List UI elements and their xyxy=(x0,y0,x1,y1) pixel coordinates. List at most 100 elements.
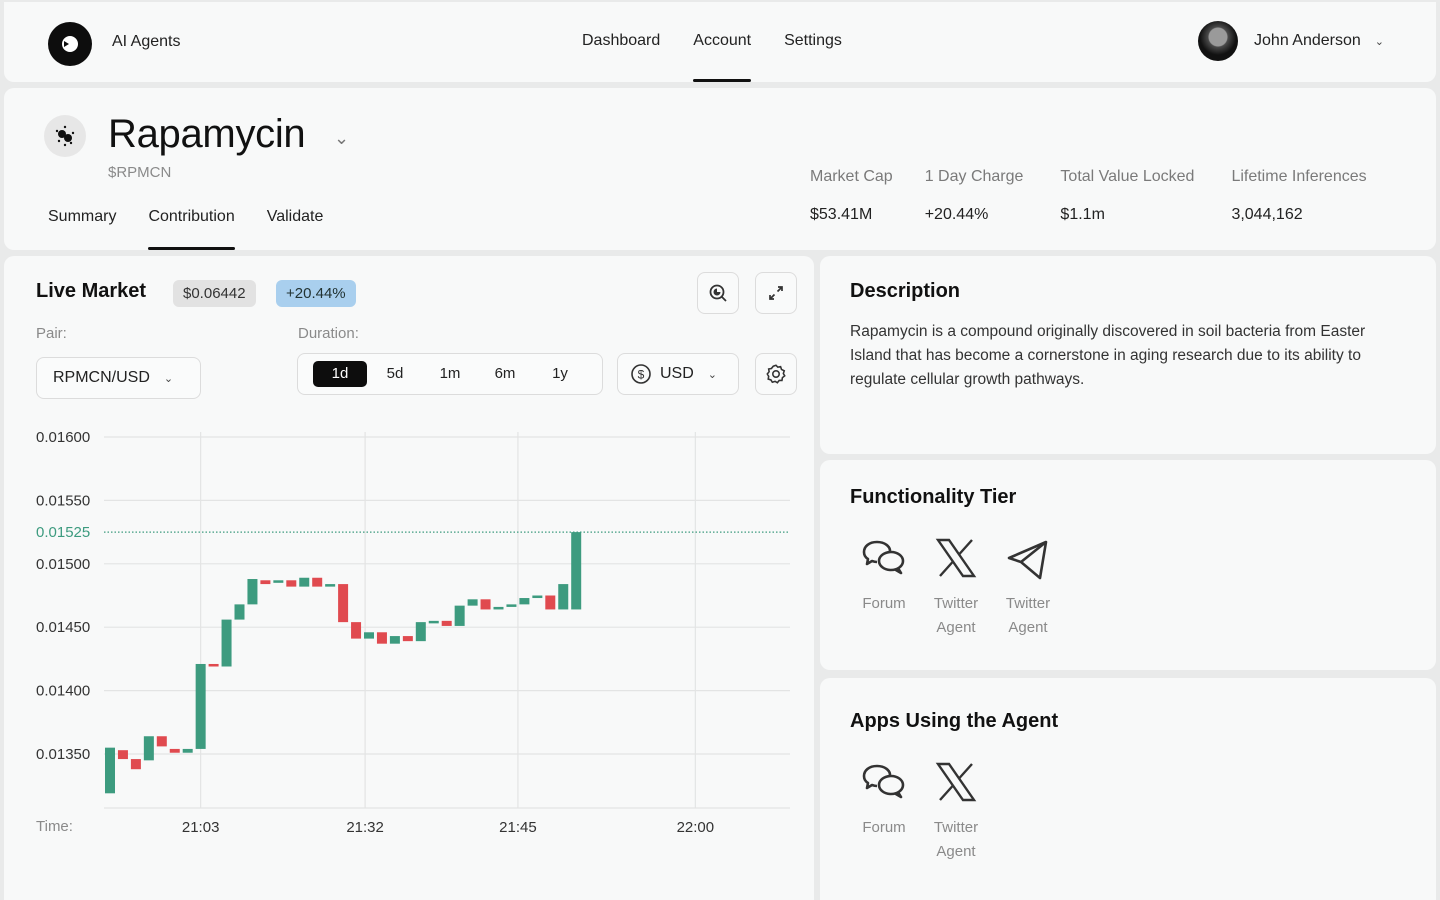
candle-down xyxy=(338,584,349,623)
pair-label: Pair: xyxy=(36,325,67,342)
price-chart[interactable]: 0.01600 0.01550 0.01500 0.01450 0.01400 0.013… xyxy=(4,416,814,856)
functionality-label: Twitter Agent xyxy=(1005,595,1051,636)
brand-name[interactable]: AI Agents xyxy=(112,33,181,51)
functionality-item-telegram-agent[interactable]: Twitter Agent xyxy=(992,534,1064,640)
candle-up xyxy=(519,598,530,605)
duration-1d[interactable]: 1d xyxy=(313,361,367,387)
pair-value: RPMCN/USD xyxy=(53,369,150,386)
apps-panel: Apps Using the Agent Forum Twitter Agent xyxy=(820,678,1436,900)
y-tick-label: 0.01550 xyxy=(36,492,90,509)
live-market-title: Live Market xyxy=(36,280,147,302)
candle-up xyxy=(247,579,258,605)
molecule-icon xyxy=(55,125,75,147)
candle-down xyxy=(351,622,362,639)
app-item-forum[interactable]: Forum xyxy=(848,758,920,864)
currency-value: USD xyxy=(660,365,694,382)
candle-down xyxy=(286,580,297,587)
candle-up xyxy=(221,619,232,667)
avatar xyxy=(1198,21,1239,61)
candle-up xyxy=(325,584,336,587)
duration-selector: 1d 5d 1m 6m 1y xyxy=(297,353,603,395)
stat-label: Lifetime Inferences xyxy=(1231,168,1367,185)
token-header: Rapamycin ⌄ $RPMCN Summary Contribution … xyxy=(4,88,1436,250)
candle-up xyxy=(273,580,284,583)
stat-market-cap: Market Cap $53.41M xyxy=(810,168,893,224)
nav-link-settings[interactable]: Settings xyxy=(784,2,842,82)
time-axis-label: Time: xyxy=(36,818,73,835)
token-name: Rapamycin xyxy=(108,112,306,156)
candle-up xyxy=(454,605,465,626)
token-switch-chevron-icon[interactable]: ⌄ xyxy=(334,128,349,149)
candle-down xyxy=(312,577,323,587)
candle-down xyxy=(376,632,387,644)
duration-1y[interactable]: 1y xyxy=(533,361,587,387)
y-tick-label: 0.01400 xyxy=(36,683,90,700)
stat-day-change: 1 Day Charge +20.44% xyxy=(925,168,1024,224)
app-item-twitter-agent[interactable]: Twitter Agent xyxy=(920,758,992,864)
chat-bubbles-icon xyxy=(862,764,905,799)
user-name: John Anderson xyxy=(1254,32,1361,49)
functionality-label: Forum xyxy=(862,595,906,612)
currency-select[interactable]: $ USD ⌄ xyxy=(617,353,739,395)
user-menu[interactable]: John Anderson ⌄ xyxy=(1198,21,1384,61)
chevron-down-icon: ⌄ xyxy=(1374,35,1384,48)
dollar-icon: $ xyxy=(631,364,651,384)
apps-list: Forum Twitter Agent xyxy=(848,758,992,864)
candle-up xyxy=(389,636,400,644)
functionality-title: Functionality Tier xyxy=(850,486,1017,508)
description-title: Description xyxy=(850,280,961,302)
chevron-down-icon: ⌄ xyxy=(163,372,174,385)
duration-1m[interactable]: 1m xyxy=(423,361,477,387)
candle-down xyxy=(169,748,180,753)
pair-select[interactable]: RPMCN/USD ⌄ xyxy=(36,357,201,399)
candle-down xyxy=(208,663,219,667)
stat-label: Total Value Locked xyxy=(1060,168,1195,185)
nav-link-account[interactable]: Account xyxy=(693,2,751,82)
app-label: Forum xyxy=(862,819,906,836)
svg-text:$: $ xyxy=(638,368,645,382)
candle-up xyxy=(195,663,206,749)
functionality-item-forum[interactable]: Forum xyxy=(848,534,920,640)
description-panel: Description Rapamycin is a compound orig… xyxy=(820,256,1436,454)
duration-6m[interactable]: 6m xyxy=(478,361,532,387)
x-tick-label: 21:45 xyxy=(499,819,537,836)
candle-up xyxy=(143,736,154,761)
chevron-down-icon: ⌄ xyxy=(707,368,717,381)
functionality-label: Twitter Agent xyxy=(933,595,979,636)
stat-value: +20.44% xyxy=(924,206,989,223)
logo[interactable] xyxy=(48,22,92,66)
functionality-tier-panel: Functionality Tier Forum Twitter Agent T xyxy=(820,460,1436,670)
chart-settings-button[interactable] xyxy=(755,353,797,395)
fullscreen-button[interactable] xyxy=(755,272,797,314)
candle-up xyxy=(428,620,439,624)
functionality-list: Forum Twitter Agent Twitter Agent xyxy=(848,534,1064,640)
gear-icon xyxy=(766,364,786,384)
tab-summary[interactable]: Summary xyxy=(48,192,116,250)
y-tick-label: 0.01450 xyxy=(36,619,90,636)
candle-up xyxy=(467,599,478,606)
tab-contribution[interactable]: Contribution xyxy=(148,192,236,250)
chat-bubbles-icon xyxy=(862,540,905,575)
candle-up xyxy=(415,622,426,642)
y-tick-label: 0.01500 xyxy=(36,556,90,573)
candle-down xyxy=(260,580,271,585)
candle-up xyxy=(571,532,582,610)
candle-up xyxy=(299,577,310,587)
x-tick-label: 21:03 xyxy=(182,819,220,836)
main-nav: Dashboard Account Settings xyxy=(582,2,875,82)
tab-validate[interactable]: Validate xyxy=(267,192,324,250)
paper-plane-icon xyxy=(1007,540,1048,580)
zoom-chart-button[interactable] xyxy=(697,272,739,314)
live-market-panel: Live Market $0.06442 +20.44% Pair: Durat… xyxy=(4,256,814,900)
token-ticker: $RPMCN xyxy=(108,164,172,181)
candle-up xyxy=(105,747,115,794)
duration-5d[interactable]: 5d xyxy=(368,361,422,387)
stat-lifetime-inferences: Lifetime Inferences 3,044,162 xyxy=(1231,168,1366,224)
functionality-item-twitter-agent[interactable]: Twitter Agent xyxy=(920,534,992,640)
description-text: Rapamycin is a compound originally disco… xyxy=(850,323,1366,388)
candle-down xyxy=(480,599,491,610)
nav-link-dashboard[interactable]: Dashboard xyxy=(582,2,660,82)
app-label: Twitter Agent xyxy=(933,819,979,860)
stat-value: 3,044,162 xyxy=(1231,206,1303,223)
current-price-label: 0.01525 xyxy=(36,524,90,541)
